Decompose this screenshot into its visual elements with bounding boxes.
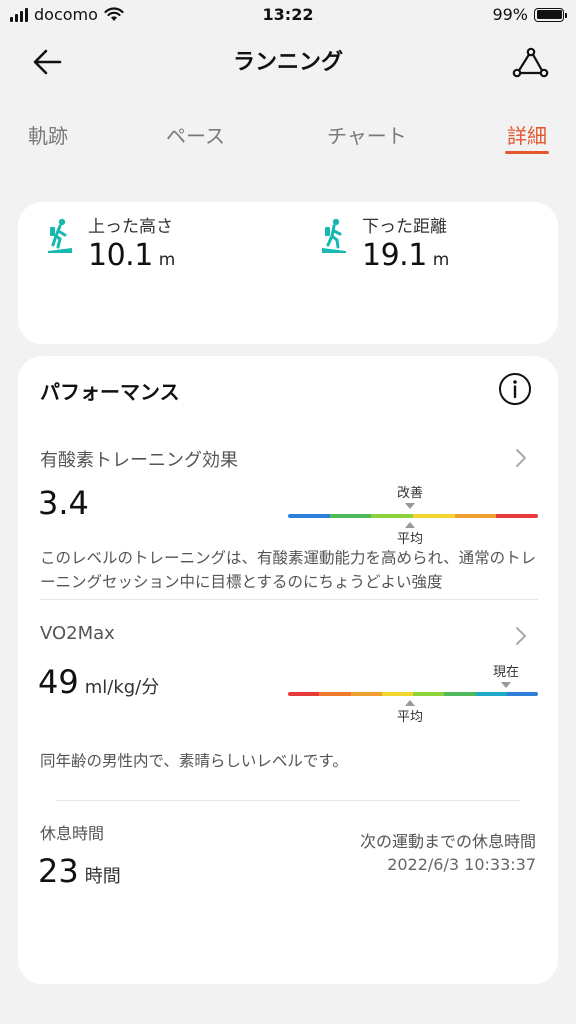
- info-icon[interactable]: [498, 372, 532, 406]
- performance-title: パフォーマンス: [40, 380, 180, 404]
- elevation-up-value: 10.1 m: [88, 238, 175, 273]
- divider: [40, 599, 538, 600]
- elevation-down-label: 下った距離: [362, 217, 447, 237]
- elevation-up-number: 10.1: [88, 238, 153, 273]
- vo2max-value: 49: [38, 663, 79, 701]
- elevation-up-label: 上った高さ: [88, 217, 173, 237]
- tab-details[interactable]: 詳細: [507, 120, 547, 149]
- aerobic-average-label: 平均: [396, 532, 423, 547]
- chevron-right-icon[interactable]: [514, 447, 528, 469]
- hiker-downhill-icon: [322, 218, 346, 253]
- vo2max-current-label: 現在: [492, 665, 519, 680]
- chevron-right-icon[interactable]: [514, 625, 528, 647]
- app-header: ランニング: [0, 32, 576, 92]
- vo2max-value-row: 49 ml/kg/分: [38, 663, 159, 701]
- next-workout-rest-label: 次の運動までの休息時間: [359, 832, 536, 851]
- vo2max-unit: ml/kg/分: [84, 677, 160, 698]
- aerobic-effect-scale: [288, 514, 538, 518]
- status-time: 13:22: [262, 5, 314, 24]
- tab-bar: 軌跡 ペース チャート 詳細: [0, 112, 576, 160]
- aerobic-improve-label: 改善: [396, 486, 423, 501]
- page-title: ランニング: [232, 50, 343, 75]
- aerobic-effect-value: 3.4: [38, 484, 89, 522]
- elevation-down-value: 19.1 m: [362, 238, 449, 273]
- divider: [56, 800, 520, 801]
- vo2max-average-label: 平均: [396, 710, 423, 725]
- performance-card: パフォーマンス 有酸素トレーニング効果 3.4 改善 平均 このレベルのトレーニ…: [18, 356, 558, 984]
- next-workout-time: 2022/6/3 10:33:37: [387, 855, 536, 874]
- aerobic-effect-label[interactable]: 有酸素トレーニング効果: [40, 446, 238, 472]
- elevation-card: 上った高さ 10.1 m 下った距離 19.1 m: [18, 202, 558, 344]
- elevation-down-unit: m: [432, 250, 450, 270]
- elevation-down-number: 19.1: [362, 238, 427, 273]
- rest-time-label: 休息時間: [40, 824, 105, 843]
- tab-pace[interactable]: ペース: [166, 120, 225, 149]
- hiker-uphill-icon: [48, 218, 72, 253]
- elevation-up-unit: m: [158, 250, 176, 270]
- vo2max-description: 同年齢の男性内で、素晴らしいレベルです。: [40, 752, 348, 770]
- status-bar: docomo 13:22 99%: [0, 0, 576, 32]
- rest-time-unit: 時間: [84, 866, 121, 887]
- battery-percent: 99%: [492, 5, 528, 24]
- tab-chart[interactable]: チャート: [327, 120, 407, 149]
- aerobic-effect-description: このレベルのトレーニングは、有酸素運動能力を高められ、通常のトレーニングセッショ…: [40, 549, 537, 591]
- active-tab-indicator: [505, 151, 549, 154]
- vo2max-label[interactable]: VO2Max: [40, 623, 115, 644]
- rest-time-value-row: 23 時間: [38, 852, 121, 890]
- battery-icon: [534, 7, 567, 22]
- vo2max-current-marker: [501, 682, 511, 688]
- status-right: 99%: [492, 5, 567, 24]
- aerobic-current-marker: [405, 503, 415, 509]
- rest-time-value: 23: [38, 852, 79, 890]
- vo2max-scale: [288, 692, 538, 696]
- share-icon[interactable]: [510, 42, 550, 82]
- tab-track[interactable]: 軌跡: [28, 120, 68, 149]
